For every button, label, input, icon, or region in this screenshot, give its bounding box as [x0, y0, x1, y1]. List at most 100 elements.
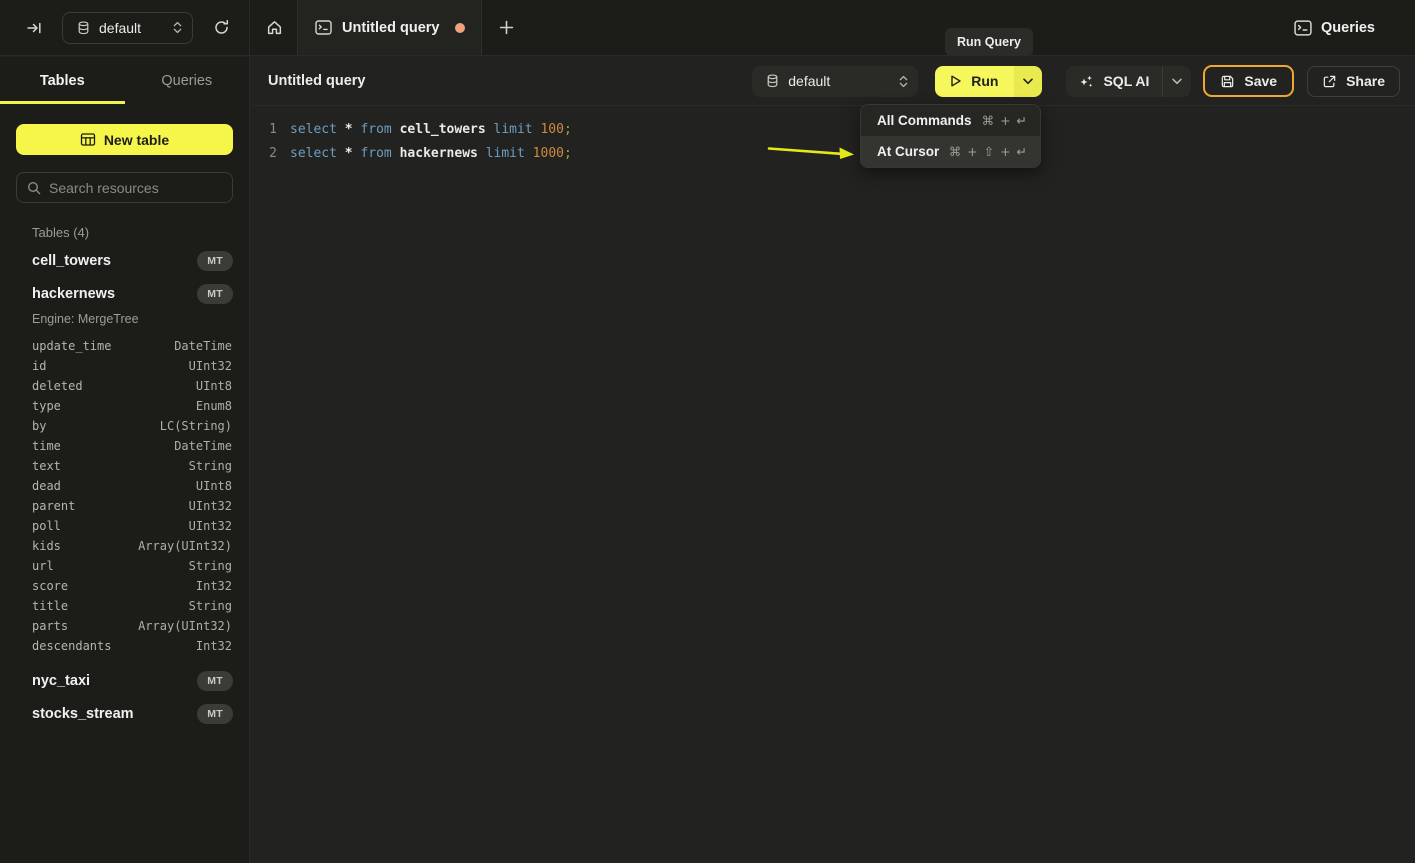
sidebar-tab-queries[interactable]: Queries — [125, 57, 250, 104]
column-name: url — [32, 559, 189, 573]
toolbar-database-selector[interactable]: default — [752, 66, 918, 97]
table-row-stocks_stream[interactable]: stocks_streamMT — [0, 697, 249, 730]
column-name: parent — [32, 499, 189, 513]
table-row-hackernews[interactable]: hackernewsMT — [0, 277, 249, 310]
column-type: Array(UInt32) — [138, 539, 232, 553]
code-token: hackernews — [400, 146, 478, 161]
play-icon — [949, 74, 962, 88]
sql-ai-button[interactable]: SQL AI — [1066, 66, 1162, 97]
database-selector[interactable]: default — [62, 12, 193, 44]
tab-untitled-query[interactable]: Untitled query — [297, 0, 482, 55]
column-row-score: scoreInt32 — [0, 576, 249, 596]
column-name: by — [32, 419, 160, 433]
new-tab-icon[interactable] — [492, 14, 520, 42]
sql-ai-caret[interactable] — [1162, 66, 1191, 97]
menu-item-at-cursor[interactable]: At Cursor⌘ + ⇧ + ↵ — [861, 136, 1040, 167]
menu-item-shortcut: ⌘ + ⇧ + ↵ — [949, 144, 1028, 159]
engine-badge: MT — [197, 284, 233, 304]
code-token — [486, 122, 494, 137]
code-token: * — [345, 146, 353, 161]
column-row-poll: pollUInt32 — [0, 516, 249, 536]
sidebar-tab-tables[interactable]: Tables — [0, 57, 125, 104]
column-name: type — [32, 399, 196, 413]
code-token: ; — [564, 122, 572, 137]
table-name: nyc_taxi — [32, 673, 197, 689]
table-row-nyc_taxi[interactable]: nyc_taxiMT — [0, 664, 249, 697]
column-name: id — [32, 359, 189, 373]
column-name: parts — [32, 619, 138, 633]
run-options-menu: All Commands⌘ + ↵At Cursor⌘ + ⇧ + ↵ — [860, 104, 1041, 168]
code-token: limit — [486, 146, 525, 161]
code-token: limit — [494, 122, 533, 137]
column-row-text: textString — [0, 456, 249, 476]
column-row-dead: deadUInt8 — [0, 476, 249, 496]
engine-badge: MT — [197, 251, 233, 271]
search-resources-field[interactable] — [16, 172, 233, 203]
run-options-caret[interactable] — [1014, 66, 1042, 97]
save-floppy-icon — [1220, 74, 1235, 89]
topbar-left-section: default — [0, 0, 250, 55]
share-button[interactable]: Share — [1307, 66, 1400, 97]
queries-button[interactable]: Queries — [1293, 18, 1415, 37]
engine-badge: MT — [197, 671, 233, 691]
queries-button-label: Queries — [1321, 20, 1375, 36]
column-name: kids — [32, 539, 138, 553]
code-token: from — [360, 122, 391, 137]
menu-item-shortcut: ⌘ + ↵ — [982, 113, 1028, 128]
code-text: select * from hackernews limit 1000; — [277, 146, 572, 161]
code-token: cell_towers — [400, 122, 486, 137]
column-type: DateTime — [174, 339, 232, 353]
main-area: Untitled query default — [251, 57, 1415, 863]
column-type: DateTime — [174, 439, 232, 453]
refresh-icon[interactable] — [207, 14, 235, 42]
new-table-button[interactable]: New table — [16, 124, 233, 155]
column-row-descendants: descendantsInt32 — [0, 636, 249, 656]
tables-section-label: Tables (4) — [32, 225, 233, 240]
column-row-deleted: deletedUInt8 — [0, 376, 249, 396]
toolbar-database-value: default — [788, 73, 891, 89]
sql-editor[interactable]: 1select * from cell_towers limit 100;2se… — [251, 106, 1415, 165]
table-engine-label: Engine: MergeTree — [0, 310, 249, 332]
table-row-cell_towers[interactable]: cell_towersMT — [0, 244, 249, 277]
column-type: Int32 — [196, 579, 232, 593]
share-icon — [1322, 74, 1337, 89]
code-token — [337, 122, 345, 137]
menu-item-label: At Cursor — [877, 144, 949, 159]
column-name: update_time — [32, 339, 174, 353]
column-type: Enum8 — [196, 399, 232, 413]
chevron-updown-icon — [173, 21, 182, 34]
editor-toolbar: Untitled query default — [251, 57, 1415, 106]
column-name: dead — [32, 479, 196, 493]
sparkle-icon — [1079, 74, 1094, 89]
search-input[interactable] — [49, 180, 230, 196]
column-type: UInt32 — [189, 499, 232, 513]
toolbar-controls: default Run — [752, 65, 1400, 97]
save-button-label: Save — [1244, 73, 1277, 89]
sql-console-app: default — [0, 0, 1415, 863]
run-button-label: Run — [971, 73, 998, 89]
column-type: String — [189, 559, 232, 573]
column-row-by: byLC(String) — [0, 416, 249, 436]
save-button[interactable]: Save — [1203, 65, 1294, 97]
code-text: select * from cell_towers limit 100; — [277, 122, 572, 137]
code-token: select — [290, 146, 337, 161]
sql-ai-label: SQL AI — [1103, 73, 1149, 89]
column-name: text — [32, 459, 189, 473]
column-name: title — [32, 599, 189, 613]
run-button[interactable]: Run — [935, 66, 1014, 97]
column-type: UInt32 — [189, 519, 232, 533]
column-type: UInt32 — [189, 359, 232, 373]
collapse-sidebar-icon[interactable] — [20, 14, 48, 42]
menu-item-all-commands[interactable]: All Commands⌘ + ↵ — [861, 105, 1040, 136]
tab-label: Untitled query — [342, 20, 439, 36]
column-type: UInt8 — [196, 379, 232, 393]
engine-badge: MT — [197, 704, 233, 724]
column-type: Int32 — [196, 639, 232, 653]
query-terminal-icon — [314, 19, 332, 37]
column-row-update_time: update_timeDateTime — [0, 336, 249, 356]
column-row-parts: partsArray(UInt32) — [0, 616, 249, 636]
tables-list: cell_towersMThackernewsMTEngine: MergeTr… — [0, 244, 249, 730]
sidebar-tabs: Tables Queries — [0, 57, 249, 104]
home-icon[interactable] — [260, 14, 288, 42]
database-selector-value: default — [99, 20, 165, 36]
